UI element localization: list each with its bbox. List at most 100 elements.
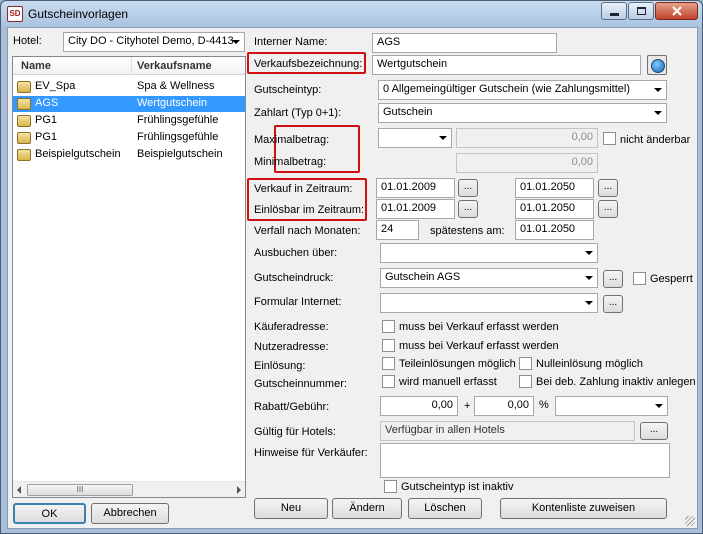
rabatt-field[interactable]: 0,00	[380, 396, 458, 416]
inaktiv-label: Gutscheintyp ist inaktiv	[401, 481, 514, 493]
voucher-icon	[17, 98, 31, 110]
gutscheindruck-select[interactable]: Gutschein AGS	[380, 268, 598, 288]
formular-internet-browse-button[interactable]: ...	[603, 295, 623, 313]
chevron-down-icon	[654, 111, 662, 115]
list-header: Name Verkaufsname	[13, 57, 245, 75]
ausbuchen-label: Ausbuchen über:	[254, 247, 338, 259]
kaeuferadresse-checkbox-label: muss bei Verkauf erfasst werden	[399, 321, 559, 333]
nulleinloesung-label: Nulleinlösung möglich	[536, 358, 644, 370]
maximize-icon	[636, 7, 646, 15]
inaktiv-checkbox[interactable]	[384, 480, 397, 493]
dialog-client: Hotel: City DO - Cityhotel Demo, D-4413 …	[7, 27, 698, 529]
scroll-thumb[interactable]: III	[27, 484, 133, 496]
zahlart-value: Gutschein	[383, 106, 433, 118]
rabatt-unit-select[interactable]	[555, 396, 668, 416]
manuell-label: wird manuell erfasst	[399, 376, 497, 388]
hinweise-textarea[interactable]	[380, 443, 670, 478]
highlight-verkaufsbezeichnung	[247, 52, 366, 74]
teileinloesung-checkbox[interactable]	[382, 357, 395, 370]
verfall-field[interactable]: 24	[376, 220, 419, 240]
ausbuchen-select[interactable]	[380, 243, 598, 263]
voucher-icon	[17, 81, 31, 93]
list-item[interactable]: PG1 Frühlingsgefühle	[13, 113, 245, 129]
maximalbetrag-field[interactable]: 0,00	[456, 128, 598, 148]
gueltig-field[interactable]: Verfügbar in allen Hotels	[380, 421, 635, 441]
einloesbar-to-field[interactable]: 01.01.2050	[515, 199, 594, 219]
gutscheindruck-browse-button[interactable]: ...	[603, 270, 623, 288]
window-title: Gutscheinvorlagen	[28, 7, 129, 21]
gueltig-browse-button[interactable]: ...	[640, 422, 668, 440]
neu-button[interactable]: Neu	[254, 498, 328, 519]
globe-button[interactable]	[647, 55, 667, 75]
kaeuferadresse-label: Käuferadresse:	[254, 321, 329, 333]
einloesung-label: Einlösung:	[254, 360, 306, 372]
gesperrt-checkbox[interactable]	[633, 272, 646, 285]
verkauf-from-field[interactable]: 01.01.2009	[376, 178, 455, 198]
scroll-left-icon[interactable]	[17, 486, 21, 494]
verkauf-to-field[interactable]: 01.01.2050	[515, 178, 594, 198]
gutscheintyp-label: Gutscheintyp:	[254, 84, 322, 96]
gutscheintyp-select[interactable]: 0 Allgemeingültiger Gutschein (wie Zahlu…	[378, 80, 667, 100]
list-item[interactable]: EV_Spa Spa & Wellness	[13, 79, 245, 95]
title-bar[interactable]: SD Gutscheinvorlagen	[1, 1, 702, 27]
aendern-button[interactable]: Ändern	[332, 498, 402, 519]
percent-label: %	[539, 399, 549, 411]
maximalbetrag-select[interactable]	[378, 128, 452, 148]
verfall-label: Verfall nach Monaten:	[254, 225, 361, 237]
gutscheindruck-value: Gutschein AGS	[385, 271, 461, 283]
ok-button[interactable]: OK	[13, 503, 86, 524]
voucher-icon	[17, 149, 31, 161]
chevron-down-icon	[585, 276, 593, 280]
voucher-list[interactable]: Name Verkaufsname EV_Spa Spa & Wellness …	[12, 56, 246, 498]
column-header-name[interactable]: Name	[21, 60, 51, 72]
column-divider	[131, 57, 132, 75]
resize-grip-icon[interactable]	[685, 516, 695, 526]
nicht-aenderbar-checkbox[interactable]	[603, 132, 616, 145]
hotel-select[interactable]: City DO - Cityhotel Demo, D-4413	[63, 32, 245, 52]
voucher-icon	[17, 132, 31, 144]
horizontal-scrollbar[interactable]: III	[13, 481, 245, 497]
manuell-checkbox[interactable]	[382, 375, 395, 388]
zahlart-select[interactable]: Gutschein	[378, 103, 667, 123]
gebuehr-field[interactable]: 0,00	[474, 396, 534, 416]
maximize-button[interactable]	[628, 2, 654, 20]
scroll-right-icon[interactable]	[237, 486, 241, 494]
kontenliste-button[interactable]: Kontenliste zuweisen	[500, 498, 667, 519]
einloesbar-to-picker-button[interactable]: ...	[598, 200, 618, 218]
list-item[interactable]: Beispielgutschein Beispielgutschein	[13, 147, 245, 163]
list-item-name: AGS	[35, 97, 59, 109]
verkauf-from-picker-button[interactable]: ...	[458, 179, 478, 197]
spaetestens-field[interactable]: 01.01.2050	[515, 220, 594, 240]
deb-zahlung-checkbox[interactable]	[519, 375, 532, 388]
hinweise-label: Hinweise für Verkäufer:	[254, 447, 368, 459]
chevron-down-icon	[655, 404, 663, 408]
formular-internet-select[interactable]	[380, 293, 598, 313]
list-item-verkaufsname: Spa & Wellness	[137, 80, 215, 92]
close-button[interactable]	[655, 2, 698, 20]
cancel-button[interactable]: Abbrechen	[91, 503, 169, 524]
list-item[interactable]: PG1 Frühlingsgefühle	[13, 130, 245, 146]
gutscheindruck-label: Gutscheindruck:	[254, 272, 334, 284]
hotel-label: Hotel:	[13, 35, 42, 47]
minimalbetrag-field[interactable]: 0,00	[456, 153, 598, 173]
nicht-aenderbar-label: nicht änderbar	[620, 134, 691, 146]
list-item-verkaufsname: Beispielgutschein	[137, 148, 223, 160]
chevron-down-icon	[439, 136, 447, 140]
nutzeradresse-checkbox[interactable]	[382, 339, 395, 352]
list-item-name: Beispielgutschein	[35, 148, 121, 160]
einloesbar-from-picker-button[interactable]: ...	[458, 200, 478, 218]
nulleinloesung-checkbox[interactable]	[519, 357, 532, 370]
verkauf-to-picker-button[interactable]: ...	[598, 179, 618, 197]
loeschen-button[interactable]: Löschen	[408, 498, 482, 519]
nutzeradresse-checkbox-label: muss bei Verkauf erfasst werden	[399, 340, 559, 352]
verkaufsbezeichnung-field[interactable]: Wertgutschein	[372, 55, 641, 75]
list-item-name: EV_Spa	[35, 80, 76, 92]
einloesbar-from-field[interactable]: 01.01.2009	[376, 199, 455, 219]
minimize-button[interactable]	[601, 2, 627, 20]
list-item-selected[interactable]: AGS Wertgutschein	[13, 96, 245, 112]
interner-name-field[interactable]: AGS	[372, 33, 557, 53]
column-header-verkaufsname[interactable]: Verkaufsname	[137, 60, 212, 72]
kaeuferadresse-checkbox[interactable]	[382, 320, 395, 333]
gesperrt-label: Gesperrt	[650, 273, 693, 285]
gutscheintyp-value: 0 Allgemeingültiger Gutschein (wie Zahlu…	[383, 83, 631, 95]
